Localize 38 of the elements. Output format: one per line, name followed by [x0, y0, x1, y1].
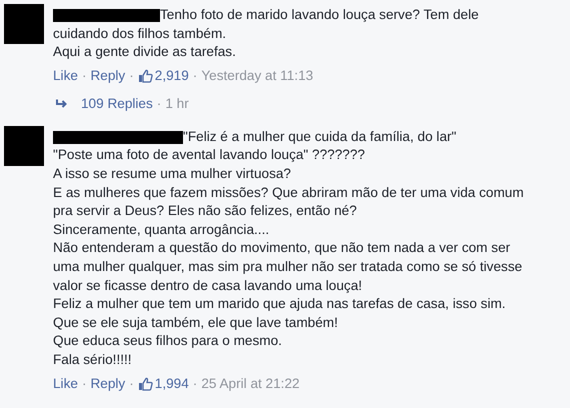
reply-link[interactable]: Reply — [90, 374, 126, 392]
like-count[interactable]: 1,994 — [154, 374, 189, 392]
separator-dot: · — [80, 374, 88, 392]
like-link[interactable]: Like — [53, 374, 78, 392]
avatar — [4, 126, 44, 166]
reply-link[interactable]: Reply — [90, 66, 126, 85]
comment-text: valor se ficasse dentro de casa lavando uma louça! — [53, 276, 364, 295]
avatar — [4, 4, 44, 44]
comment-text: Que se ele suja também, ele que lave também! — [53, 314, 339, 332]
timestamp: Yesterday at 11:13 — [201, 66, 314, 85]
timestamp: 25 April at 21:22 — [201, 374, 300, 392]
thumbs-up-icon[interactable] — [138, 68, 153, 83]
separator-dot: · — [80, 66, 88, 85]
separator-dot: · — [156, 94, 162, 113]
separator-dot: · — [192, 374, 198, 392]
timestamp: 1 hr — [165, 94, 189, 113]
comment-text: E as mulheres que fazem missões? Que abriram mão de ter uma vida comum — [53, 184, 525, 202]
separator-dot: · — [128, 374, 135, 392]
comment-text: A isso se resume uma mulher virtuosa? — [53, 164, 292, 183]
replies-link[interactable]: 109 Replies — [81, 94, 153, 113]
separator-dot: · — [128, 66, 135, 85]
comment-text: Feliz a mulher que tem um marido que ajuda nas tarefas de casa, isso sim. — [53, 295, 507, 314]
comment-text: Não entenderam a questão do movimento, que não tem nada a ver com ser — [53, 239, 512, 258]
separator-dot: · — [192, 66, 198, 85]
like-count[interactable]: 2,919 — [154, 66, 189, 85]
comment-text: Que educa seus filhos para o mesmo. — [53, 332, 283, 350]
comment-text: pra servir a Deus? Eles não são felizes, então né? — [53, 202, 358, 220]
comment-text: "Poste uma foto de avental lavando louça" ??????? — [53, 146, 366, 164]
comment-text: Aqui a gente divide as tarefas. — [53, 43, 237, 62]
reply-arrow-icon — [56, 98, 68, 109]
comment-text: Sinceramente, quanta arrogância.... — [53, 220, 270, 239]
comment-text: "Feliz é a mulher que cuida da família, do lar" — [183, 128, 456, 146]
comment-text: Tenho foto de marido lavando louça serve? Tem dele — [160, 6, 479, 24]
comment-text: cuidando dos filhos também. — [53, 24, 228, 43]
comment-text: Fala sério!!!!! — [53, 350, 133, 369]
like-link[interactable]: Like — [53, 66, 78, 85]
thumbs-up-icon[interactable] — [138, 376, 153, 390]
comment-text: uma mulher qualquer, mas sim pra mulher não ser tratada como se só tivesse — [53, 258, 524, 276]
